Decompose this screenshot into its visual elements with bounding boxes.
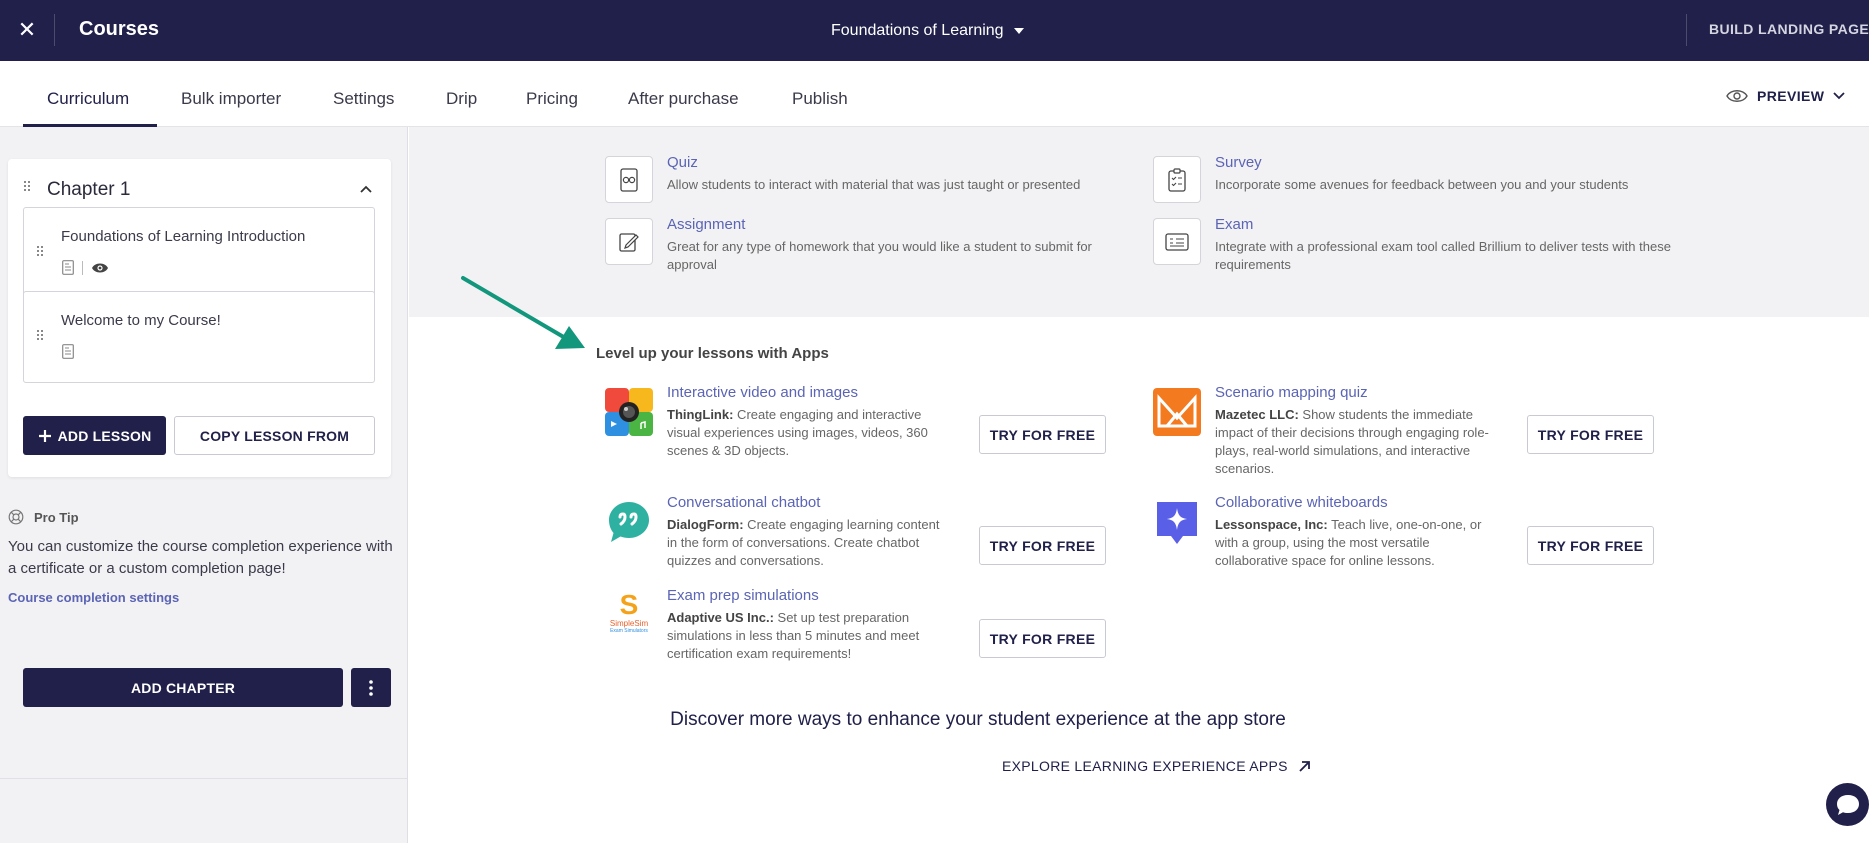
lesson-type-name[interactable]: Quiz [667, 154, 698, 171]
tab-settings[interactable]: Settings [333, 89, 394, 109]
app-desc: Lessonspace, Inc: Teach live, one-on-one… [1215, 516, 1497, 570]
assignment-icon [605, 218, 653, 265]
app-desc: ThingLink: Create engaging and interacti… [667, 406, 949, 460]
try-for-free-button[interactable]: TRY FOR FREE [979, 619, 1106, 658]
lesson-type-desc: Allow students to interact with material… [667, 177, 1081, 192]
lesson-item[interactable]: Foundations of Learning Introduction [23, 207, 375, 299]
thinglink-logo-icon [605, 388, 653, 436]
pro-tip-title: Pro Tip [34, 509, 79, 525]
divider [54, 14, 55, 46]
arrow-up-right-icon [1299, 760, 1310, 772]
app-vendor: ThingLink: [667, 407, 734, 422]
mazetec-logo-icon [1153, 388, 1201, 436]
add-lesson-button[interactable]: ADD LESSON [23, 416, 166, 455]
simplesim-logo-subtext: Exam Simulators [610, 628, 648, 634]
quiz-icon [605, 156, 653, 203]
try-for-free-button[interactable]: TRY FOR FREE [1527, 526, 1654, 565]
lesson-type-name[interactable]: Exam [1215, 216, 1253, 233]
course-selector[interactable]: Foundations of Learning [831, 22, 1024, 40]
main-content: Quiz Allow students to interact with mat… [409, 127, 1869, 843]
lesson-type-desc: Incorporate some avenues for feedback be… [1215, 177, 1629, 192]
preview-label: PREVIEW [1757, 88, 1825, 104]
sidebar-footer [0, 778, 407, 843]
dialogform-logo-icon [609, 502, 649, 542]
pro-tip-header: Pro Tip [8, 509, 79, 525]
top-bar: ✕ Courses Foundations of Learning BUILD … [0, 0, 1869, 61]
discover-text: Discover more ways to enhance your stude… [670, 709, 1286, 730]
app-vendor: DialogForm: [667, 517, 744, 532]
explore-apps-label: EXPLORE LEARNING EXPERIENCE APPS [1002, 758, 1288, 774]
build-landing-page-button[interactable]: BUILD LANDING PAGE → [1709, 21, 1869, 37]
simplesim-logo-icon: S SimpleSim Exam Simulators [605, 591, 653, 639]
more-options-button[interactable] [351, 668, 391, 707]
simplesim-logo-text: SimpleSim [609, 619, 649, 628]
app-desc: Mazetec LLC: Show students the immediate… [1215, 406, 1497, 478]
copy-lesson-button[interactable]: COPY LESSON FROM [174, 416, 375, 455]
tab-curriculum[interactable]: Curriculum [47, 89, 129, 109]
preview-button[interactable]: PREVIEW [1726, 88, 1846, 104]
app-name[interactable]: Scenario mapping quiz [1215, 384, 1368, 401]
document-icon [62, 344, 74, 359]
chat-support-button[interactable] [1826, 783, 1869, 826]
lesson-type-desc: Great for any type of homework that you … [667, 239, 1092, 272]
survey-icon [1153, 156, 1201, 203]
try-for-free-button[interactable]: TRY FOR FREE [979, 415, 1106, 454]
course-completion-settings-link[interactable]: Course completion settings [8, 590, 179, 605]
lesson-title: Foundations of Learning Introduction [61, 228, 306, 245]
page-title: Courses [79, 18, 160, 40]
tab-pricing[interactable]: Pricing [526, 89, 578, 109]
lifebuoy-icon [8, 509, 24, 525]
pro-tip-text: You can customize the course completion … [8, 538, 393, 577]
exam-icon [1153, 218, 1201, 265]
divider [82, 260, 83, 275]
kebab-menu-icon [369, 679, 373, 696]
lesson-type-desc: Integrate with a professional exam tool … [1215, 239, 1671, 272]
course-selector-label: Foundations of Learning [831, 22, 1004, 39]
drag-handle-icon[interactable] [24, 181, 30, 191]
chapter-title[interactable]: Chapter 1 [47, 179, 130, 201]
caret-down-icon [1013, 28, 1024, 34]
app-desc: DialogForm: Create engaging learning con… [667, 516, 949, 570]
app-vendor: Adaptive US Inc.: [667, 610, 774, 625]
eye-icon[interactable] [91, 262, 109, 274]
chat-icon [1836, 794, 1859, 815]
tab-drip[interactable]: Drip [446, 89, 477, 109]
tab-bar: Curriculum Bulk importer Settings Drip P… [0, 61, 1869, 127]
app-name[interactable]: Conversational chatbot [667, 494, 820, 511]
document-icon [62, 260, 74, 275]
try-for-free-button[interactable]: TRY FOR FREE [979, 526, 1106, 565]
tab-publish[interactable]: Publish [792, 89, 848, 109]
close-icon[interactable]: ✕ [12, 15, 42, 45]
curriculum-sidebar: Chapter 1 Foundations of Learning Introd… [0, 127, 408, 843]
drag-handle-icon[interactable] [37, 330, 43, 340]
app-vendor: Mazetec LLC: [1215, 407, 1299, 422]
plus-icon [38, 429, 51, 442]
tab-after-purchase[interactable]: After purchase [628, 89, 739, 109]
lesson-type-name[interactable]: Survey [1215, 154, 1262, 171]
apps-section-heading: Level up your lessons with Apps [596, 345, 829, 362]
app-vendor: Lessonspace, Inc: [1215, 517, 1328, 532]
drag-handle-icon[interactable] [37, 246, 43, 256]
lesson-type-name[interactable]: Assignment [667, 216, 745, 233]
explore-apps-link[interactable]: EXPLORE LEARNING EXPERIENCE APPS [1002, 758, 1311, 774]
chevron-down-icon [1833, 92, 1846, 100]
discover-heading: Discover more ways to enhance your stude… [409, 709, 1869, 731]
lesson-item[interactable]: Welcome to my Course! [23, 291, 375, 383]
divider [1686, 14, 1687, 46]
add-lesson-label: ADD LESSON [57, 427, 152, 444]
lesson-types-section: Quiz Allow students to interact with mat… [409, 127, 1869, 317]
try-for-free-button[interactable]: TRY FOR FREE [1527, 415, 1654, 454]
lesson-title: Welcome to my Course! [61, 312, 221, 329]
app-name[interactable]: Collaborative whiteboards [1215, 494, 1388, 511]
chapter-card: Chapter 1 Foundations of Learning Introd… [8, 159, 391, 477]
app-name[interactable]: Interactive video and images [667, 384, 858, 401]
add-chapter-button[interactable]: ADD CHAPTER [23, 668, 343, 707]
chevron-up-icon[interactable] [358, 181, 374, 197]
eye-icon [1726, 90, 1748, 102]
lessonspace-logo-icon [1157, 502, 1197, 544]
app-desc: Adaptive US Inc.: Set up test preparatio… [667, 609, 949, 663]
annotation-arrow-icon [461, 276, 585, 349]
tab-bulk-importer[interactable]: Bulk importer [181, 89, 281, 109]
app-name[interactable]: Exam prep simulations [667, 587, 819, 604]
